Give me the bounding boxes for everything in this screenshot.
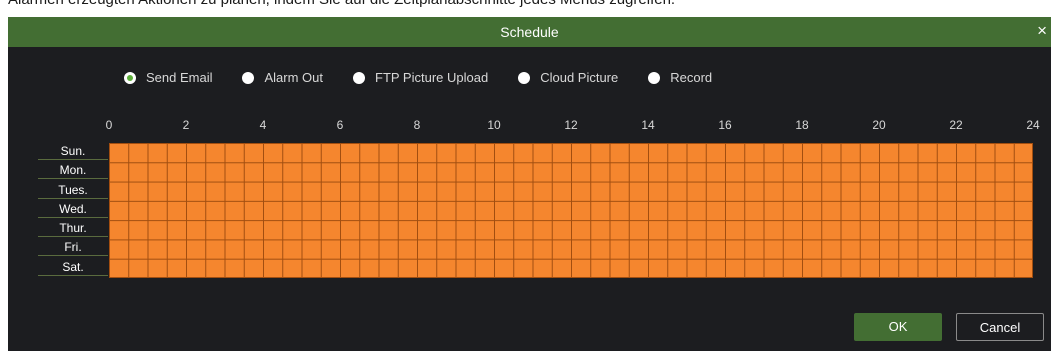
- day-label: Thur.: [38, 220, 108, 238]
- day-label: Tues.: [38, 182, 108, 199]
- day-label: Fri.: [38, 239, 108, 257]
- radio-button-icon[interactable]: [124, 71, 136, 84]
- radio-button-icon[interactable]: [518, 71, 531, 84]
- hour-tick-label: 8: [413, 118, 421, 132]
- radio-record[interactable]: Record: [648, 70, 712, 85]
- hour-tick-label: 12: [564, 118, 578, 132]
- day-label: Wed.: [38, 201, 108, 218]
- hour-tick-label: 2: [182, 118, 190, 132]
- hour-tick-label: 6: [336, 118, 344, 132]
- radio-label: Cloud Picture: [540, 70, 619, 85]
- radio-label: Send Email: [146, 70, 213, 85]
- hour-tick-label: 16: [718, 118, 732, 132]
- day-label: Sun.: [38, 143, 108, 160]
- cancel-button[interactable]: Cancel: [956, 313, 1044, 341]
- radio-button-icon[interactable]: [242, 71, 255, 84]
- day-label: Sat.: [38, 259, 108, 276]
- schedule-dialog: Schedule × Send Email Alarm Out FTP Pict…: [8, 17, 1051, 351]
- schedule-grid[interactable]: [109, 143, 1033, 278]
- ok-button[interactable]: OK: [854, 313, 942, 341]
- hour-tick-label: 22: [949, 118, 963, 132]
- radio-label: Record: [670, 70, 713, 85]
- hour-tick-label: 14: [641, 118, 655, 132]
- hour-tick-label: 10: [487, 118, 501, 132]
- radio-label: FTP Picture Upload: [375, 70, 489, 85]
- hour-tick-label: 4: [259, 118, 267, 132]
- radio-alarm-out[interactable]: Alarm Out: [242, 70, 323, 85]
- hour-tick-label: 24: [1026, 118, 1040, 132]
- instruction-text: Alarmen erzeugten Aktionen zu planen, in…: [8, 0, 675, 8]
- radio-send-email[interactable]: Send Email: [124, 70, 212, 85]
- radio-button-icon[interactable]: [353, 71, 365, 84]
- hour-tick-label: 18: [795, 118, 809, 132]
- radio-label: Alarm Out: [264, 70, 323, 85]
- close-icon[interactable]: ×: [1037, 22, 1047, 39]
- dialog-title-bar: Schedule ×: [8, 17, 1051, 47]
- radio-cloud-picture[interactable]: Cloud Picture: [518, 70, 618, 85]
- radio-button-icon[interactable]: [648, 71, 661, 84]
- action-radio-group: Send Email Alarm Out FTP Picture Upload …: [124, 70, 742, 85]
- dialog-title: Schedule: [500, 24, 559, 40]
- radio-ftp-picture-upload[interactable]: FTP Picture Upload: [353, 70, 488, 85]
- hour-tick-label: 20: [872, 118, 886, 132]
- hour-tick-label: 0: [105, 118, 113, 132]
- day-label: Mon.: [38, 162, 108, 180]
